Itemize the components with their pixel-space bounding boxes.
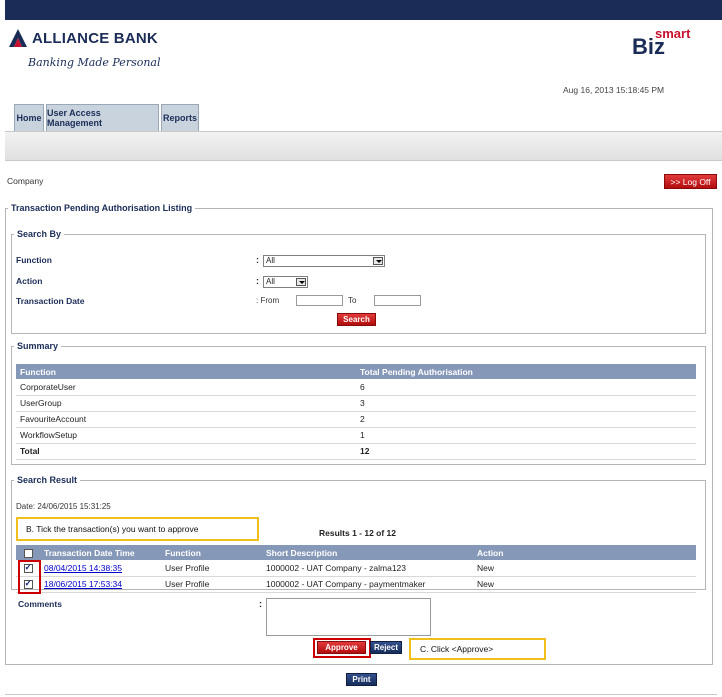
table-row: UserGroup 3 xyxy=(16,395,696,412)
summary-cell-function: WorkflowSetup xyxy=(16,427,356,444)
action-filter-label: Action xyxy=(16,276,43,286)
approve-button[interactable]: Approve xyxy=(317,641,366,654)
tab-home[interactable]: Home xyxy=(14,104,44,131)
action-select-value: All xyxy=(266,277,275,286)
comments-label: Comments xyxy=(18,599,62,609)
date-from-input[interactable] xyxy=(296,295,343,306)
select-all-header xyxy=(16,545,40,560)
summary-cell-count: 2 xyxy=(356,411,696,428)
summary-total-value: 12 xyxy=(356,443,696,460)
sub-navigation-strip xyxy=(5,131,722,161)
date-to-input[interactable] xyxy=(374,295,421,306)
table-row: WorkflowSetup 1 xyxy=(16,427,696,444)
result-date-text: Date: 24/06/2015 15:31:25 xyxy=(16,502,111,511)
result-header-function: Function xyxy=(161,545,262,560)
result-cell-datetime: 08/04/2015 14:38:35 xyxy=(40,560,161,577)
result-cell-datetime: 18/06/2015 17:53:34 xyxy=(40,576,161,593)
table-row: FavouriteAccount 2 xyxy=(16,411,696,428)
function-select-value: All xyxy=(266,256,275,265)
function-select[interactable]: All xyxy=(263,255,385,267)
bottom-divider xyxy=(5,694,717,695)
search-result-title: Search Result xyxy=(17,475,78,485)
result-header-action: Action xyxy=(473,545,696,560)
top-banner-bar xyxy=(5,0,722,20)
summary-cell-function: UserGroup xyxy=(16,395,356,412)
summary-cell-count: 6 xyxy=(356,379,696,396)
summary-header-total: Total Pending Authorisation xyxy=(356,364,696,379)
function-colon: : xyxy=(256,255,259,265)
page-title: Transaction Pending Authorisation Listin… xyxy=(11,203,193,213)
header-datetime: Aug 16, 2013 15:18:45 PM xyxy=(563,85,665,95)
table-row: CorporateUser 6 xyxy=(16,379,696,396)
callout-b-tick-transactions: B. Tick the transaction(s) you want to a… xyxy=(16,517,259,541)
search-by-title: Search By xyxy=(17,229,62,239)
chevron-down-icon xyxy=(373,257,383,265)
summary-cell-count: 3 xyxy=(356,395,696,412)
summary-total-label: Total xyxy=(16,443,356,460)
transaction-datetime-link[interactable]: 18/06/2015 17:53:34 xyxy=(44,579,122,589)
result-cell-description: 1000002 - UAT Company - paymentmaker xyxy=(262,576,473,593)
transaction-date-label: Transaction Date xyxy=(16,296,85,306)
chevron-down-icon xyxy=(296,278,306,286)
date-from-label: : From xyxy=(256,296,280,305)
alliance-bank-logo-icon xyxy=(9,29,27,47)
result-cell-description: 1000002 - UAT Company - zalma123 xyxy=(262,560,473,577)
table-row: 08/04/2015 14:38:35 User Profile 1000002… xyxy=(16,560,696,577)
summary-header-function: Function xyxy=(16,364,356,379)
action-colon: : xyxy=(256,276,259,286)
summary-cell-function: FavouriteAccount xyxy=(16,411,356,428)
search-result-table: Transaction Date Time Function Short Des… xyxy=(16,545,696,593)
result-header-description: Short Description xyxy=(262,545,473,560)
callout-c-click-approve: C. Click <Approve> xyxy=(409,638,546,660)
bank-name: ALLIANCE BANK xyxy=(32,30,158,47)
comments-textarea[interactable] xyxy=(266,598,431,636)
summary-total-row: Total 12 xyxy=(16,443,696,460)
action-select[interactable]: All xyxy=(263,276,308,288)
print-button[interactable]: Print xyxy=(346,673,377,686)
reject-button[interactable]: Reject xyxy=(370,641,402,654)
tab-user-access-management[interactable]: User Access Management xyxy=(46,104,159,131)
tab-reports[interactable]: Reports xyxy=(161,104,199,131)
comments-colon: : xyxy=(259,599,262,609)
result-cell-function: User Profile xyxy=(161,576,262,593)
results-count-text: Results 1 - 12 of 12 xyxy=(319,528,397,538)
smart-logo-text: smart xyxy=(655,26,691,41)
select-all-checkbox[interactable] xyxy=(23,548,33,558)
transaction-datetime-link[interactable]: 08/04/2015 14:38:35 xyxy=(44,563,122,573)
log-off-button[interactable]: >> Log Off xyxy=(664,174,717,189)
summary-title: Summary xyxy=(17,341,59,351)
result-cell-action: New xyxy=(473,560,696,577)
summary-table: Function Total Pending Authorisation Cor… xyxy=(16,364,696,460)
summary-cell-count: 1 xyxy=(356,427,696,444)
summary-cell-function: CorporateUser xyxy=(16,379,356,396)
bank-tagline: Banking Made Personal xyxy=(28,56,161,69)
result-cell-action: New xyxy=(473,576,696,593)
function-filter-label: Function xyxy=(16,255,52,265)
company-label: Company xyxy=(7,176,44,186)
search-button[interactable]: Search xyxy=(337,313,376,326)
checkbox-highlight-frame xyxy=(18,560,41,594)
result-header-datetime: Transaction Date Time xyxy=(40,545,161,560)
table-row: 18/06/2015 17:53:34 User Profile 1000002… xyxy=(16,576,696,593)
result-cell-function: User Profile xyxy=(161,560,262,577)
date-to-label: To xyxy=(348,296,357,305)
